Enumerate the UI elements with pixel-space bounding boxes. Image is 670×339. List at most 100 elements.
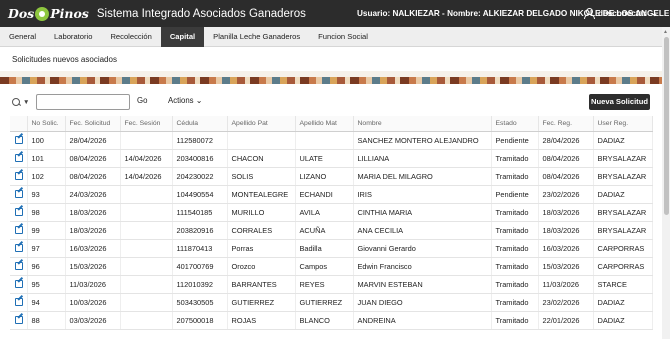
table-row: 100 28/04/2026 112580072 SANCHEZ MONTERO AL… — [10, 131, 653, 150]
table-cell: 203400816 — [172, 149, 228, 168]
edit-icon[interactable] — [15, 279, 23, 288]
tab-capital[interactable]: Capital — [160, 26, 205, 47]
table-cell: 08/04/2026 — [538, 149, 594, 168]
edit-cell — [10, 293, 28, 312]
table-cell: Badilla — [295, 239, 354, 258]
table-cell: DADIAZ — [593, 131, 653, 150]
edit-icon[interactable] — [15, 243, 23, 252]
table-cell: Edwin Francisco — [353, 257, 492, 276]
table-cell: 96 — [27, 257, 66, 276]
chevron-down-icon: ⌄ — [195, 96, 203, 105]
table-cell: 15/03/2026 — [65, 257, 121, 276]
edit-cell — [10, 257, 28, 276]
table-cell: 203820916 — [172, 221, 228, 240]
table-cell: 08/04/2026 — [65, 149, 121, 168]
table-cell: 28/04/2026 — [65, 131, 121, 150]
table-cell: DADIAZ — [593, 293, 653, 312]
table-cell — [120, 221, 173, 240]
table-cell: Tramitado — [491, 221, 539, 240]
column-header-estado[interactable]: Estado — [491, 116, 539, 132]
edit-icon[interactable] — [15, 297, 23, 306]
table-cell: Pendiente — [491, 131, 539, 150]
table-cell: 101 — [27, 149, 66, 168]
column-header-apellido-mat[interactable]: Apellido Mat — [295, 116, 354, 132]
scrollbar-thumb[interactable] — [664, 37, 669, 215]
tab-laboratorio[interactable]: Laboratorio — [45, 27, 101, 47]
edit-icon[interactable] — [15, 261, 23, 270]
scroll-up-arrow-icon[interactable]: ▲ — [663, 29, 668, 35]
table-cell: CARPORRAS — [593, 239, 653, 258]
table-cell: DADIAZ — [593, 185, 653, 204]
table-cell: BRYSALAZAR — [593, 221, 653, 240]
table-cell: 104490554 — [172, 185, 228, 204]
table-cell — [120, 185, 173, 204]
tab-funcion-social[interactable]: Funcion Social — [309, 27, 377, 47]
table-cell: ROJAS — [227, 311, 296, 330]
table-cell: CARPORRAS — [593, 257, 653, 276]
dos-pinos-logo[interactable]: Dos Pinos — [8, 0, 89, 27]
table-cell — [227, 131, 296, 150]
table-cell: 111540185 — [172, 203, 228, 222]
table-cell: 23/02/2026 — [538, 185, 594, 204]
table-cell: 14/04/2026 — [120, 149, 173, 168]
tab-planilla-leche-ganaderos[interactable]: Planilla Leche Ganaderos — [204, 27, 309, 47]
table-cell: MARIA DEL MILAGRO — [353, 167, 492, 186]
column-header-fec-reg[interactable]: Fec. Reg. — [538, 116, 594, 132]
actions-menu-button[interactable]: Actions ⌄ — [168, 96, 202, 105]
column-header-cedula[interactable]: Cédula — [172, 116, 228, 132]
table-cell: 503430505 — [172, 293, 228, 312]
table-cell: 16/03/2026 — [65, 239, 121, 258]
table-cell: ANDREINA — [353, 311, 492, 330]
table-cell: MURILLO — [227, 203, 296, 222]
flower-logo-icon — [35, 6, 50, 21]
column-header-user-reg[interactable]: User Reg. — [593, 116, 653, 132]
table-cell: 11/03/2026 — [65, 275, 121, 294]
top-header-bar: Dos Pinos Sistema Integrado Asociados Ga… — [0, 0, 670, 27]
column-header-fec-sesion[interactable]: Fec. Sesión — [120, 116, 173, 132]
table-cell: ACUÑA — [295, 221, 354, 240]
column-header-no-solic[interactable]: No Solic. — [27, 116, 66, 132]
table-cell: LILLIANA — [353, 149, 492, 168]
search-input[interactable] — [36, 94, 130, 110]
table-cell: 10/03/2026 — [65, 293, 121, 312]
edit-icon[interactable] — [15, 207, 23, 216]
go-button[interactable]: Go — [137, 96, 147, 105]
tab-recoleccion[interactable]: Recolección — [101, 27, 160, 47]
table-cell: GUTIERREZ — [227, 293, 296, 312]
table-cell: 112580072 — [172, 131, 228, 150]
edit-icon[interactable] — [15, 135, 23, 144]
table-cell — [120, 239, 173, 258]
edit-icon[interactable] — [15, 171, 23, 180]
table-cell: BRYSALAZAR — [593, 149, 653, 168]
table-cell: ANA CECILIA — [353, 221, 492, 240]
search-column-selector[interactable]: ▼ — [12, 94, 29, 110]
main-nav: General Laboratorio Recolección Capital … — [0, 26, 662, 47]
table-row: 101 08/04/2026 14/04/2026 203400816 CHACON UL… — [10, 149, 653, 168]
table-cell — [120, 275, 173, 294]
table-cell: ULATE — [295, 149, 354, 168]
edit-icon[interactable] — [15, 153, 23, 162]
edit-icon[interactable] — [15, 225, 23, 234]
tab-general[interactable]: General — [0, 27, 45, 47]
logout-menu-button[interactable]: desconectar ⌄ — [584, 0, 658, 27]
edit-cell — [10, 185, 28, 204]
table-cell: Tramitado — [491, 257, 539, 276]
table-row: 99 18/03/2026 203820916 CORRALES ACUÑA ANA CE… — [10, 221, 653, 240]
table-cell — [120, 257, 173, 276]
edit-icon[interactable] — [15, 315, 23, 324]
nueva-solicitud-button[interactable]: Nueva Solicitud — [589, 94, 650, 110]
table-row: 98 18/03/2026 111540185 MURILLO AVILA CINTHIA… — [10, 203, 653, 222]
table-cell: Pendiente — [491, 185, 539, 204]
edit-icon[interactable] — [15, 189, 23, 198]
table-cell: 11/03/2026 — [538, 275, 594, 294]
chevron-down-icon: ⌄ — [651, 9, 658, 18]
table-cell: Giovanni Gerardo — [353, 239, 492, 258]
table-cell: 112010392 — [172, 275, 228, 294]
column-header-fec-solicitud[interactable]: Fec. Solicitud — [65, 116, 121, 132]
table-cell: Porras — [227, 239, 296, 258]
table-cell — [120, 131, 173, 150]
table-cell: 15/03/2026 — [538, 257, 594, 276]
column-header-nombre[interactable]: Nombre — [353, 116, 492, 132]
edit-cell — [10, 275, 28, 294]
column-header-apellido-pat[interactable]: Apellido Pat — [227, 116, 296, 132]
